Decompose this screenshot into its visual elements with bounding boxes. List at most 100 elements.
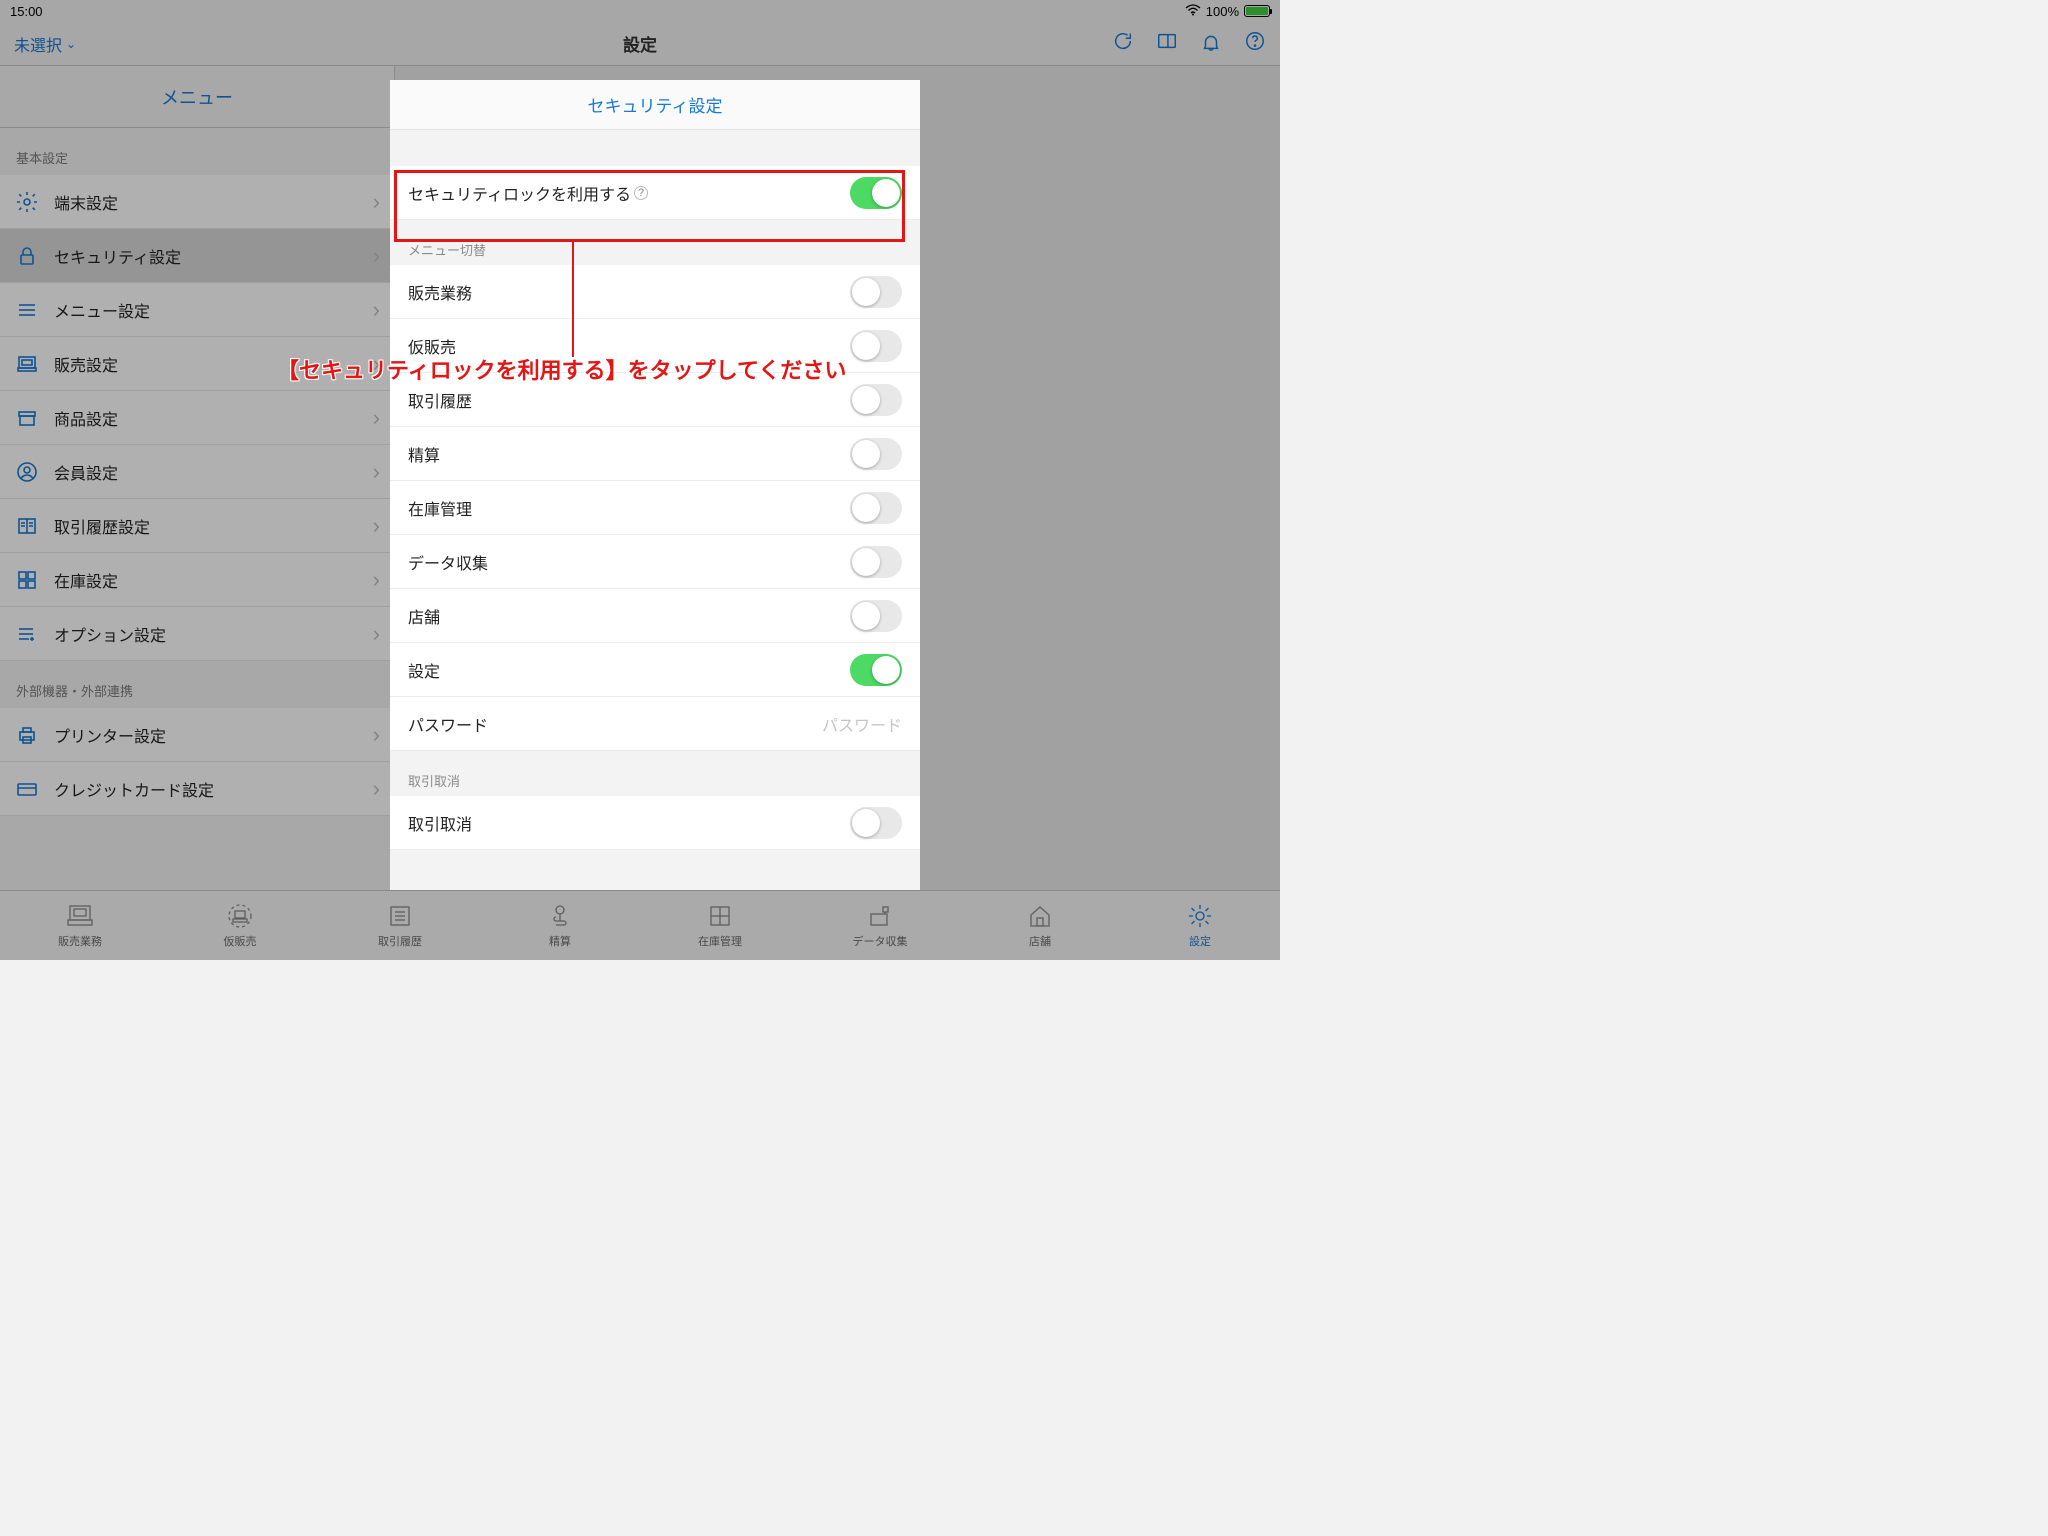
chevron-right-icon: ›: [373, 297, 380, 323]
tab-data[interactable]: データ収集: [800, 891, 960, 960]
row-label: 取引取消: [408, 811, 472, 835]
tab-label: 設定: [1189, 933, 1211, 949]
security-lock-row[interactable]: セキュリティロックを利用する ?: [390, 166, 920, 220]
menu-row-label: 販売設定: [54, 352, 118, 376]
chevron-right-icon: ›: [373, 405, 380, 431]
tab-store[interactable]: 店舗: [960, 891, 1120, 960]
toggle-row-store[interactable]: 店舗: [390, 589, 920, 643]
menu-option-settings[interactable]: オプション設定 ›: [0, 607, 394, 661]
security-settings-modal: セキュリティ設定 セキュリティロックを利用する ? メニュー切替 販売業務 仮販…: [390, 80, 920, 890]
row-label: 設定: [408, 658, 440, 682]
help-icon[interactable]: [1244, 30, 1266, 57]
toggle[interactable]: [850, 492, 902, 524]
tab-label: 精算: [549, 933, 571, 949]
status-time: 15:00: [10, 4, 43, 19]
toggle-row-stock[interactable]: 在庫管理: [390, 481, 920, 535]
menu-stock-settings[interactable]: 在庫設定 ›: [0, 553, 394, 607]
refresh-icon[interactable]: [1112, 30, 1134, 57]
menu-printer-settings[interactable]: プリンター設定 ›: [0, 708, 394, 762]
toggle-row-cancel[interactable]: 取引取消: [390, 796, 920, 850]
menu-member-settings[interactable]: 会員設定 ›: [0, 445, 394, 499]
chevron-right-icon: ›: [373, 459, 380, 485]
chevron-right-icon: ›: [373, 189, 380, 215]
tab-label: 店舗: [1029, 933, 1051, 949]
chevron-right-icon: ›: [373, 776, 380, 802]
card-icon: [14, 776, 40, 802]
toggle[interactable]: [850, 276, 902, 308]
toggle[interactable]: [850, 654, 902, 686]
toggle-row-settlement[interactable]: 精算: [390, 427, 920, 481]
tab-label: 在庫管理: [698, 933, 742, 949]
tab-label: 取引履歴: [378, 933, 422, 949]
archive-icon: [14, 405, 40, 431]
menu-row-label: 在庫設定: [54, 568, 118, 592]
gear-icon: [14, 189, 40, 215]
toggle[interactable]: [850, 330, 902, 362]
menu-row-label: 取引履歴設定: [54, 514, 150, 538]
battery-icon: [1244, 5, 1270, 17]
toggle[interactable]: [850, 384, 902, 416]
menu-row-label: オプション設定: [54, 622, 166, 646]
status-bar: 15:00 100%: [0, 0, 1280, 22]
menu-product-settings[interactable]: 商品設定 ›: [0, 391, 394, 445]
password-input[interactable]: パスワード: [822, 712, 902, 736]
menu-row-label: クレジットカード設定: [54, 777, 214, 801]
menu-header: メニュー: [0, 66, 394, 128]
toggle-row-data[interactable]: データ収集: [390, 535, 920, 589]
bell-icon[interactable]: [1200, 30, 1222, 57]
tab-tempsales[interactable]: 仮販売: [160, 891, 320, 960]
tab-history[interactable]: 取引履歴: [320, 891, 480, 960]
tab-stock[interactable]: 在庫管理: [640, 891, 800, 960]
register-icon: [14, 351, 40, 377]
tab-bar: 販売業務 仮販売 取引履歴 精算 在庫管理 データ収集 店舗 設定: [0, 890, 1280, 960]
book-icon: [14, 513, 40, 539]
battery-percent: 100%: [1206, 4, 1239, 19]
menu-terminal-settings[interactable]: 端末設定 ›: [0, 175, 394, 229]
tab-settlement[interactable]: 精算: [480, 891, 640, 960]
section-external: 外部機器・外部連携: [0, 661, 394, 708]
row-label-text: セキュリティロックを利用する: [408, 181, 631, 205]
chevron-right-icon: ›: [373, 722, 380, 748]
chevron-right-icon: ›: [373, 243, 380, 269]
modal-title: セキュリティ設定: [390, 80, 920, 130]
password-label: パスワード: [408, 712, 488, 736]
menu-history-settings[interactable]: 取引履歴設定 ›: [0, 499, 394, 553]
store-selector[interactable]: 未選択 ⌄: [14, 32, 76, 56]
tab-label: 販売業務: [58, 933, 102, 949]
annotation-text: 【セキュリティロックを利用する】をタップしてください: [277, 353, 846, 385]
row-label: 取引履歴: [408, 388, 472, 412]
security-lock-toggle[interactable]: [850, 177, 902, 209]
store-selector-label: 未選択: [14, 32, 62, 56]
lock-icon: [14, 243, 40, 269]
tab-label: データ収集: [853, 933, 908, 949]
menu-scroll[interactable]: 基本設定 端末設定 › セキュリティ設定 › メニュー設定 › 販売設定 ›: [0, 128, 394, 890]
panel-icon[interactable]: [1156, 30, 1178, 57]
modal-body[interactable]: セキュリティロックを利用する ? メニュー切替 販売業務 仮販売 取引履歴 精算…: [390, 130, 920, 890]
tab-sales[interactable]: 販売業務: [0, 891, 160, 960]
toggle-row-settings[interactable]: 設定: [390, 643, 920, 697]
toggle[interactable]: [850, 546, 902, 578]
menu-row-label: 商品設定: [54, 406, 118, 430]
status-right: 100%: [1185, 4, 1270, 19]
cancel-section-title: 取引取消: [390, 751, 920, 796]
menu-row-label: 端末設定: [54, 190, 118, 214]
tab-settings[interactable]: 設定: [1120, 891, 1280, 960]
row-label: 販売業務: [408, 280, 472, 304]
menu-sidebar: メニュー 基本設定 端末設定 › セキュリティ設定 › メニュー設定 › 販売設…: [0, 66, 395, 890]
password-row[interactable]: パスワード パスワード: [390, 697, 920, 751]
list-plus-icon: [14, 621, 40, 647]
toggle[interactable]: [850, 600, 902, 632]
help-icon[interactable]: ?: [634, 186, 648, 200]
menu-menu-settings[interactable]: メニュー設定 ›: [0, 283, 394, 337]
chevron-right-icon: ›: [373, 567, 380, 593]
nav-actions: [1112, 30, 1266, 57]
tab-label: 仮販売: [224, 933, 257, 949]
toggle[interactable]: [850, 438, 902, 470]
menu-creditcard-settings[interactable]: クレジットカード設定 ›: [0, 762, 394, 816]
annotation-line: [572, 242, 574, 357]
grid-icon: [14, 567, 40, 593]
toggle[interactable]: [850, 807, 902, 839]
menu-security-settings[interactable]: セキュリティ設定 ›: [0, 229, 394, 283]
row-label: データ収集: [408, 550, 488, 574]
toggle-row-sales[interactable]: 販売業務: [390, 265, 920, 319]
